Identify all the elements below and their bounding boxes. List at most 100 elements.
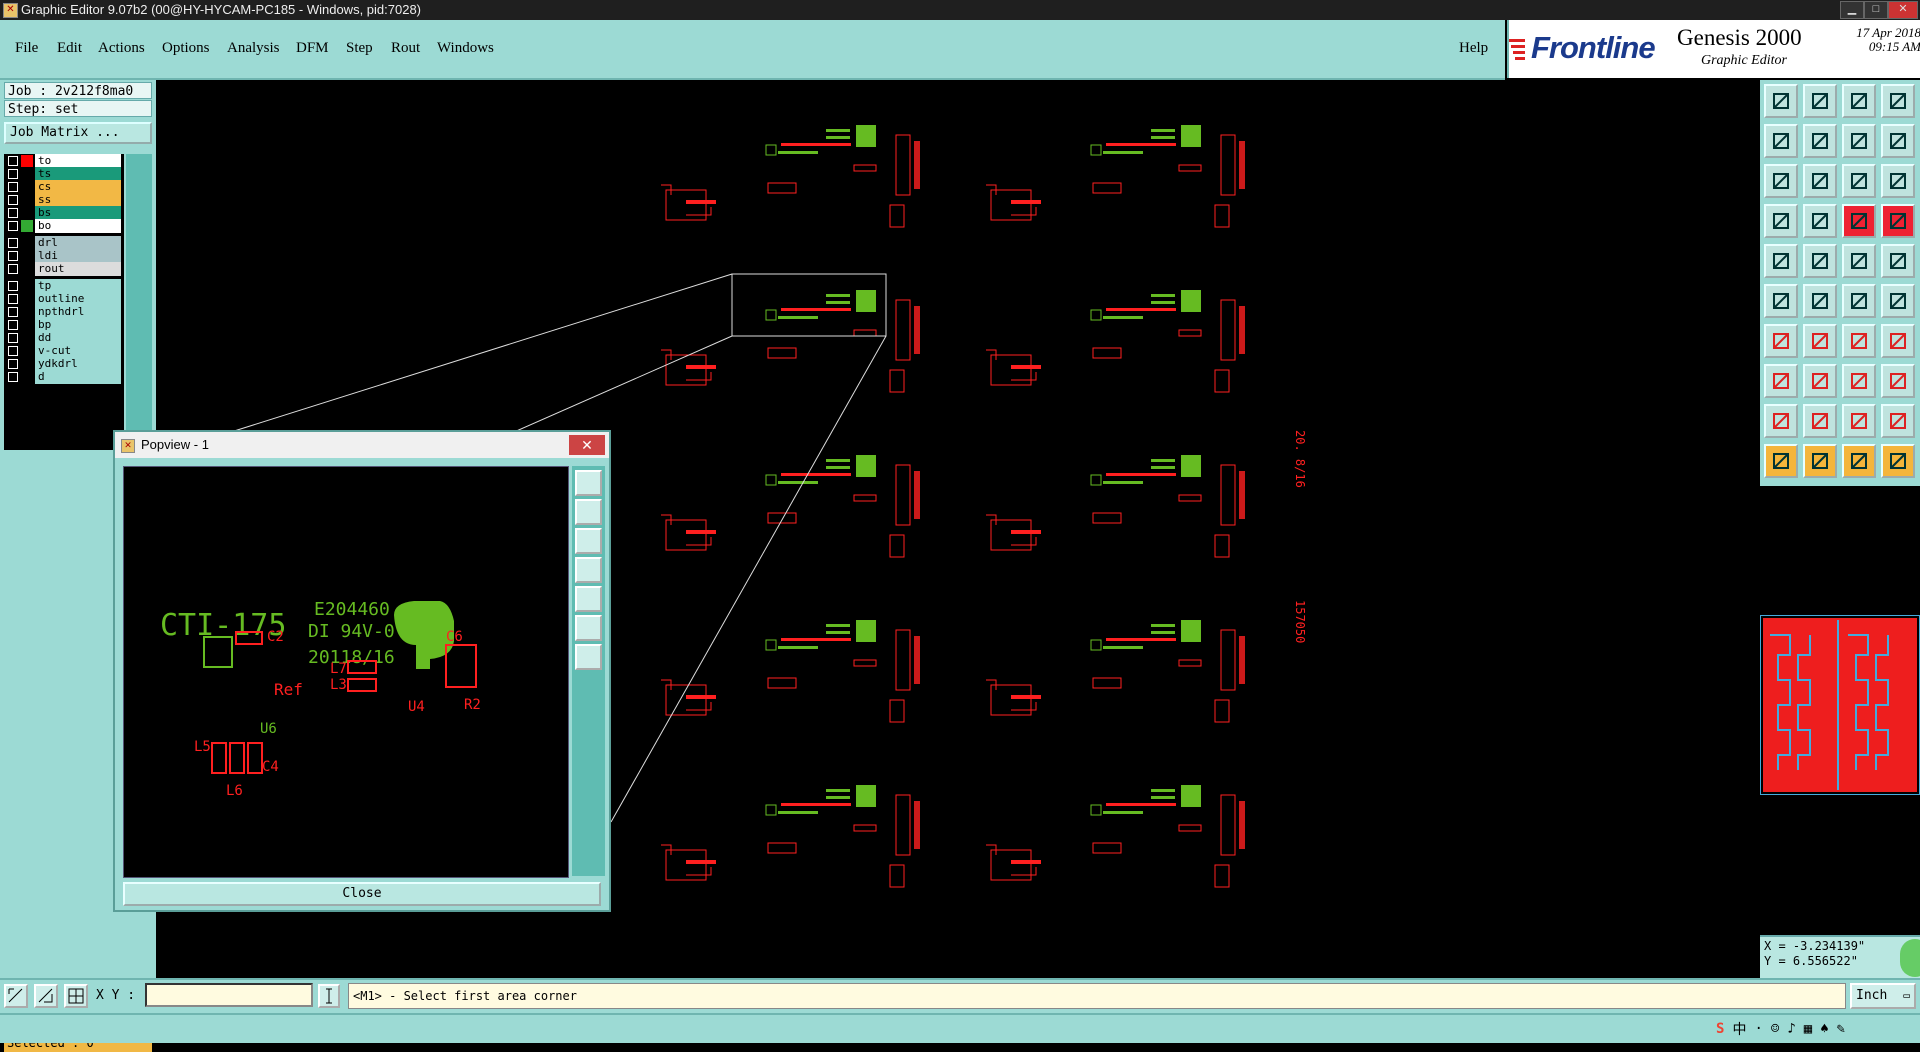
layer-color-swatch[interactable]	[21, 306, 33, 318]
toolbar-button-layout[interactable]	[1881, 84, 1915, 118]
toolbar-button-copper[interactable]	[1881, 324, 1915, 358]
toolbar-button-select-arrow[interactable]	[1764, 444, 1798, 478]
toolbar-button-feature-info[interactable]	[1803, 204, 1837, 238]
ime-keyboard-icon[interactable]: ▦	[1804, 1021, 1812, 1037]
ime-tools-icon[interactable]: ✎	[1837, 1021, 1845, 1037]
pv-pan-up-button[interactable]	[575, 499, 602, 525]
toolbar-button-layers-red[interactable]	[1842, 204, 1876, 238]
layer-row-dd[interactable]: dd	[4, 331, 124, 345]
layer-checkbox[interactable]	[8, 307, 18, 317]
minimize-button[interactable]: ▁	[1840, 1, 1864, 19]
layer-color-swatch[interactable]	[21, 250, 33, 262]
menu-rout[interactable]: Rout	[391, 40, 420, 57]
toolbar-button-arc[interactable]	[1842, 324, 1876, 358]
layer-row-bo[interactable]: bo	[4, 219, 124, 233]
toolbar-button-delta[interactable]	[1803, 404, 1837, 438]
toolbar-button-home[interactable]	[1842, 84, 1876, 118]
layer-name[interactable]: rout	[35, 262, 121, 276]
toolbar-button-key[interactable]	[1764, 204, 1798, 238]
layer-checkbox[interactable]	[8, 238, 18, 248]
layer-name[interactable]: ldi	[35, 249, 121, 263]
layer-row-ydkdrl[interactable]: ydkdrl	[4, 357, 124, 371]
layer-name[interactable]: bp	[35, 318, 121, 332]
toolbar-button-cross[interactable]	[1803, 284, 1837, 318]
toolbar-button-fit-profile[interactable]	[1803, 164, 1837, 198]
layer-name[interactable]: bo	[35, 219, 121, 233]
job-matrix-button[interactable]: Job Matrix ...	[4, 122, 152, 144]
layer-checkbox[interactable]	[8, 208, 18, 218]
layer-color-swatch[interactable]	[21, 263, 33, 275]
layer-row-bs[interactable]: bs	[4, 206, 124, 220]
layer-checkbox[interactable]	[8, 359, 18, 369]
popview-close-x-button[interactable]: ✕	[569, 435, 605, 455]
cursor-mode-button[interactable]	[318, 984, 340, 1008]
toolbar-button-open-job[interactable]	[1764, 84, 1798, 118]
layer-name[interactable]: ts	[35, 167, 121, 181]
layer-color-swatch[interactable]	[21, 181, 33, 193]
toolbar-button-save-job[interactable]	[1803, 84, 1837, 118]
layer-color-swatch[interactable]	[21, 319, 33, 331]
layer-checkbox[interactable]	[8, 294, 18, 304]
toolbar-button-route[interactable]	[1881, 284, 1915, 318]
layer-color-swatch[interactable]	[21, 371, 33, 383]
layer-row-outline[interactable]: outline	[4, 292, 124, 306]
layer-row-v-cut[interactable]: v-cut	[4, 344, 124, 358]
pv-zoom-out-button[interactable]	[575, 644, 602, 670]
menu-step[interactable]: Step	[346, 40, 373, 57]
layer-color-swatch[interactable]	[21, 207, 33, 219]
layer-checkbox[interactable]	[8, 333, 18, 343]
layer-row-ts[interactable]: ts	[4, 167, 124, 181]
layer-row-drl[interactable]: drl	[4, 236, 124, 250]
layer-row-npthdrl[interactable]: npthdrl	[4, 305, 124, 319]
toolbar-button-connect[interactable]	[1764, 284, 1798, 318]
layer-row-ss[interactable]: ss	[4, 193, 124, 207]
pv-pan-right-button[interactable]	[575, 586, 602, 612]
layer-row-bp[interactable]: bp	[4, 318, 124, 332]
layer-row-ldi[interactable]: ldi	[4, 249, 124, 263]
layer-color-swatch[interactable]	[21, 358, 33, 370]
pv-pan-left-button[interactable]	[575, 557, 602, 583]
menu-dfm[interactable]: DFM	[296, 40, 329, 57]
layer-name[interactable]: outline	[35, 292, 121, 306]
unit-selector[interactable]: Inch ▭	[1850, 983, 1916, 1009]
toolbar-button-node[interactable]	[1764, 364, 1798, 398]
layer-checkbox[interactable]	[8, 182, 18, 192]
layer-color-swatch[interactable]	[21, 332, 33, 344]
layer-checkbox[interactable]	[8, 320, 18, 330]
toolbar-button-arch[interactable]	[1842, 404, 1876, 438]
layer-checkbox[interactable]	[8, 251, 18, 261]
toolbar-button-triangle[interactable]	[1764, 404, 1798, 438]
pv-zoom-home-button[interactable]	[575, 470, 602, 496]
layer-color-swatch[interactable]	[21, 345, 33, 357]
ime-mic-icon[interactable]: ♪	[1787, 1021, 1795, 1037]
toolbar-button-span[interactable]	[1881, 404, 1915, 438]
layer-color-swatch[interactable]	[21, 194, 33, 206]
layer-checkbox[interactable]	[8, 156, 18, 166]
toolbar-button-select-arrow3[interactable]	[1842, 444, 1876, 478]
layer-checkbox[interactable]	[8, 346, 18, 356]
layer-color-swatch[interactable]	[21, 280, 33, 292]
layer-checkbox[interactable]	[8, 264, 18, 274]
layer-color-swatch[interactable]	[21, 293, 33, 305]
ime-logo-icon[interactable]: S	[1716, 1021, 1724, 1037]
toolbar-button-dash[interactable]	[1803, 364, 1837, 398]
toolbar-button-select-arrow2[interactable]	[1803, 444, 1837, 478]
toolbar-button-zoom-left[interactable]	[1764, 124, 1798, 158]
layer-name[interactable]: drl	[35, 236, 121, 250]
layer-name[interactable]: ydkdrl	[35, 357, 121, 371]
maximize-button[interactable]: □	[1864, 1, 1888, 19]
layer-checkbox[interactable]	[8, 281, 18, 291]
toolbar-button-zoom-right[interactable]	[1803, 124, 1837, 158]
toolbar-button-polygon[interactable]	[1881, 364, 1915, 398]
menu-actions[interactable]: Actions	[98, 40, 145, 57]
toolbar-button-line[interactable]	[1803, 244, 1837, 278]
overview-thumbnail[interactable]	[1759, 614, 1920, 796]
layer-checkbox[interactable]	[8, 169, 18, 179]
layer-color-swatch[interactable]	[21, 237, 33, 249]
layer-row-rout[interactable]: rout	[4, 262, 124, 276]
toolbar-button-select-multi[interactable]	[1881, 444, 1915, 478]
layer-name[interactable]: dd	[35, 331, 121, 345]
toolbar-button-fit-all[interactable]	[1764, 164, 1798, 198]
toolbar-button-flip[interactable]	[1881, 124, 1915, 158]
layer-name[interactable]: d	[35, 370, 121, 384]
